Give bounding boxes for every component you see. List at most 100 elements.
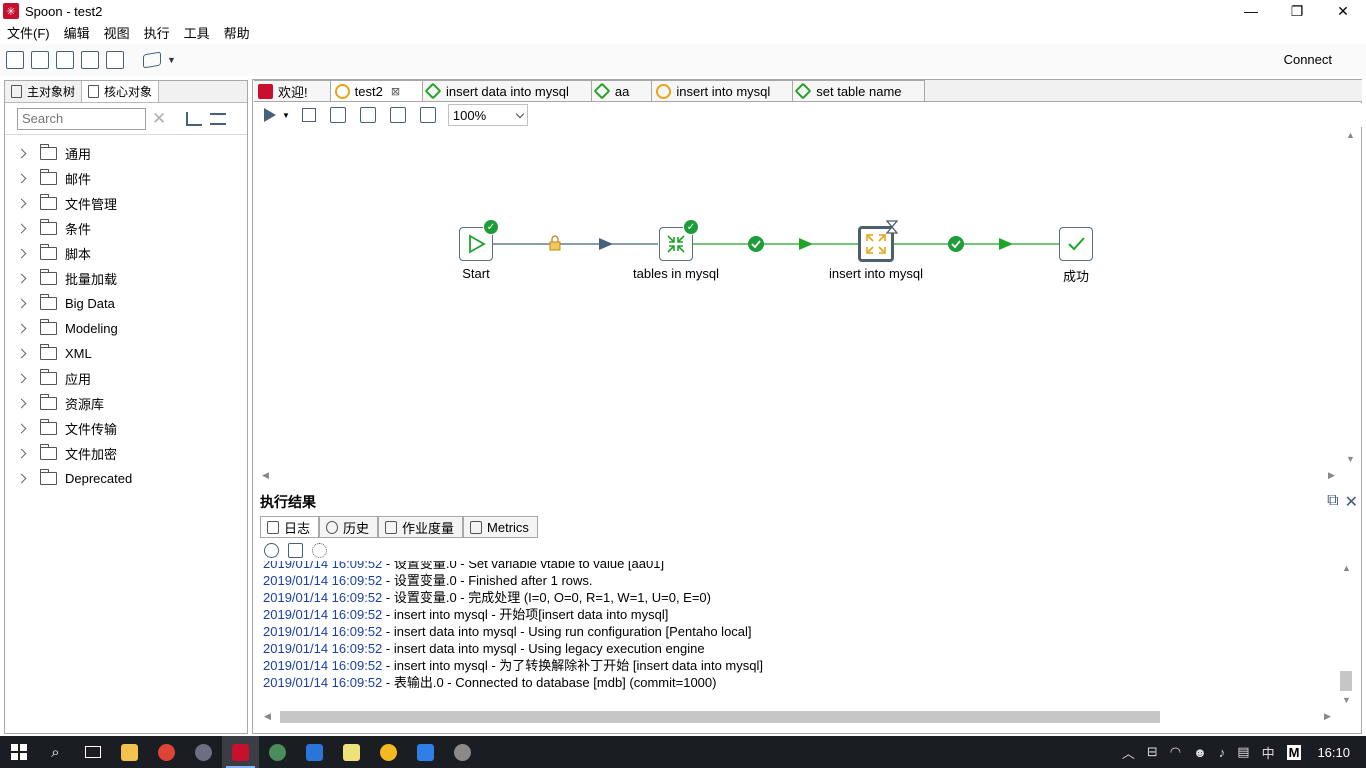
tab-log[interactable]: 日志 [260, 516, 320, 537]
network-icon[interactable]: ⊟ [1147, 744, 1158, 760]
task-view-icon[interactable] [74, 736, 111, 768]
menu-view[interactable]: 视图 [97, 23, 137, 42]
connect-button[interactable]: Connect [1284, 52, 1332, 67]
menu-help[interactable]: 帮助 [217, 23, 257, 42]
chevron-right-icon[interactable] [16, 448, 27, 459]
tree-item[interactable]: Deprecated [5, 466, 247, 491]
perspective-dropdown-icon[interactable]: ▼ [167, 55, 176, 65]
trash-icon[interactable] [288, 542, 303, 558]
new-file-icon[interactable] [6, 51, 24, 69]
search-input[interactable] [17, 107, 146, 130]
menu-tools[interactable]: 工具 [177, 23, 217, 42]
tab-main-tree[interactable]: 主对象树 [5, 81, 83, 102]
stop-icon[interactable] [301, 108, 316, 122]
chevron-right-icon[interactable] [16, 248, 27, 259]
tree-item[interactable]: 文件加密 [5, 441, 247, 466]
tab-core-objects[interactable]: 核心对象 [82, 81, 160, 102]
qq-icon[interactable] [370, 736, 407, 768]
menu-run[interactable]: 执行 [137, 23, 177, 42]
chevron-right-icon[interactable] [16, 148, 27, 159]
gear-icon[interactable] [312, 542, 327, 558]
chevron-left-icon[interactable]: ◀ [264, 711, 271, 722]
canvas-vertical-scrollbar[interactable]: ▲ ▼ [1342, 128, 1360, 468]
tree-item[interactable]: 批量加载 [5, 266, 247, 291]
start-button[interactable] [0, 736, 37, 768]
canvas-horizontal-scrollbar[interactable]: ◀ ▶ [258, 468, 1342, 484]
chevron-right-icon[interactable] [16, 298, 27, 309]
chevron-down-icon[interactable]: ▼ [1346, 454, 1355, 464]
word-icon[interactable] [296, 736, 333, 768]
menu-edit[interactable]: 编辑 [57, 23, 97, 42]
chevron-right-icon[interactable] [16, 198, 27, 209]
tab-job-metrics[interactable]: 作业度量 [378, 516, 464, 537]
tab-set-table-name[interactable]: set table name [793, 80, 925, 101]
run-options-dropdown-icon[interactable]: ▼ [282, 111, 290, 120]
tree-item[interactable]: 通用 [5, 141, 247, 166]
log-vertical-scroll-thumb[interactable] [1340, 671, 1352, 691]
wifi-icon[interactable]: ◠ [1170, 744, 1181, 760]
chevron-right-icon[interactable] [16, 423, 27, 434]
close-tab-icon[interactable]: ⊠ [391, 85, 400, 98]
tree-item[interactable]: XML [5, 341, 247, 366]
chevron-right-icon[interactable] [16, 223, 27, 234]
tree-item[interactable]: 文件管理 [5, 191, 247, 216]
network-app-icon[interactable] [444, 736, 481, 768]
chevron-up-icon[interactable]: ︿ [1122, 743, 1135, 762]
chevron-right-icon[interactable] [16, 373, 27, 384]
chevron-right-icon[interactable] [16, 323, 27, 334]
chevron-right-icon[interactable] [16, 173, 27, 184]
save-as-icon[interactable] [106, 51, 124, 69]
menu-file[interactable]: 文件(F) [0, 23, 57, 42]
collapse-all-icon[interactable] [186, 111, 203, 126]
ime-mode-indicator[interactable]: M [1286, 744, 1302, 760]
app-taskbar-icon[interactable] [259, 736, 296, 768]
chevron-right-icon[interactable]: ▶ [1324, 711, 1331, 722]
clock[interactable]: 16:10 [1317, 745, 1350, 760]
expand-all-icon[interactable] [210, 112, 227, 125]
log-horizontal-scroll-thumb[interactable] [280, 711, 1160, 723]
chevron-right-icon[interactable] [16, 273, 27, 284]
impact-analysis-icon[interactable] [419, 107, 436, 123]
tab-metrics[interactable]: Metrics [463, 516, 538, 537]
chevron-right-icon[interactable]: ▶ [1328, 470, 1335, 481]
tab-history[interactable]: 历史 [319, 516, 379, 537]
perspective-layers-icon[interactable] [143, 51, 161, 69]
tree-item[interactable]: 应用 [5, 366, 247, 391]
zoom-select[interactable]: 100% [447, 104, 528, 126]
sql-icon[interactable] [389, 107, 406, 123]
chrome-icon[interactable] [148, 736, 185, 768]
log-output[interactable]: 2019/01/14 16:09:52 - 设置变量.0 - Set varia… [260, 561, 1338, 709]
tree-item[interactable]: 资源库 [5, 391, 247, 416]
search-icon[interactable]: ⌕ [37, 736, 74, 768]
save-icon[interactable] [81, 51, 99, 69]
restore-button[interactable]: ❐ [1274, 0, 1320, 22]
job-canvas[interactable]: ✓ Start ✓ tables in mysql insert into my… [258, 128, 1342, 468]
tree-item[interactable]: 条件 [5, 216, 247, 241]
clear-search-icon[interactable]: ✕ [152, 109, 166, 129]
tree-item[interactable]: 文件传输 [5, 416, 247, 441]
chevron-left-icon[interactable]: ◀ [262, 470, 269, 481]
tab-test2[interactable]: test2 ⊠ [330, 80, 424, 101]
tree-item[interactable]: Modeling [5, 316, 247, 341]
notification-icon[interactable]: ▤ [1237, 744, 1249, 760]
tree-item[interactable]: Big Data [5, 291, 247, 316]
chevron-up-icon[interactable]: ▲ [1346, 130, 1355, 140]
tab-aa[interactable]: aa [591, 80, 653, 101]
check-job-icon[interactable] [359, 107, 376, 123]
maximize-panel-icon[interactable]: ⧉ [1327, 492, 1338, 512]
tree-item[interactable]: 邮件 [5, 166, 247, 191]
volume-icon[interactable]: ♪ [1219, 745, 1226, 760]
ime-indicator[interactable]: 中 [1262, 743, 1275, 762]
open-file-icon[interactable] [31, 51, 49, 69]
log-horizontal-scrollbar[interactable]: ◀ ▶ [260, 709, 1338, 725]
tree-item[interactable]: 脚本 [5, 241, 247, 266]
clear-log-icon[interactable] [264, 542, 279, 558]
node-success[interactable] [1059, 227, 1093, 261]
chevron-up-icon[interactable]: ▲ [1342, 563, 1351, 573]
run-icon[interactable] [264, 108, 276, 122]
close-window-button[interactable]: ✕ [1320, 0, 1366, 22]
chevron-right-icon[interactable] [16, 473, 27, 484]
spoon-taskbar-icon[interactable] [222, 736, 259, 768]
explore-repository-icon[interactable] [56, 51, 74, 69]
tab-insert-data-into-mysql[interactable]: insert data into mysql [423, 80, 592, 101]
